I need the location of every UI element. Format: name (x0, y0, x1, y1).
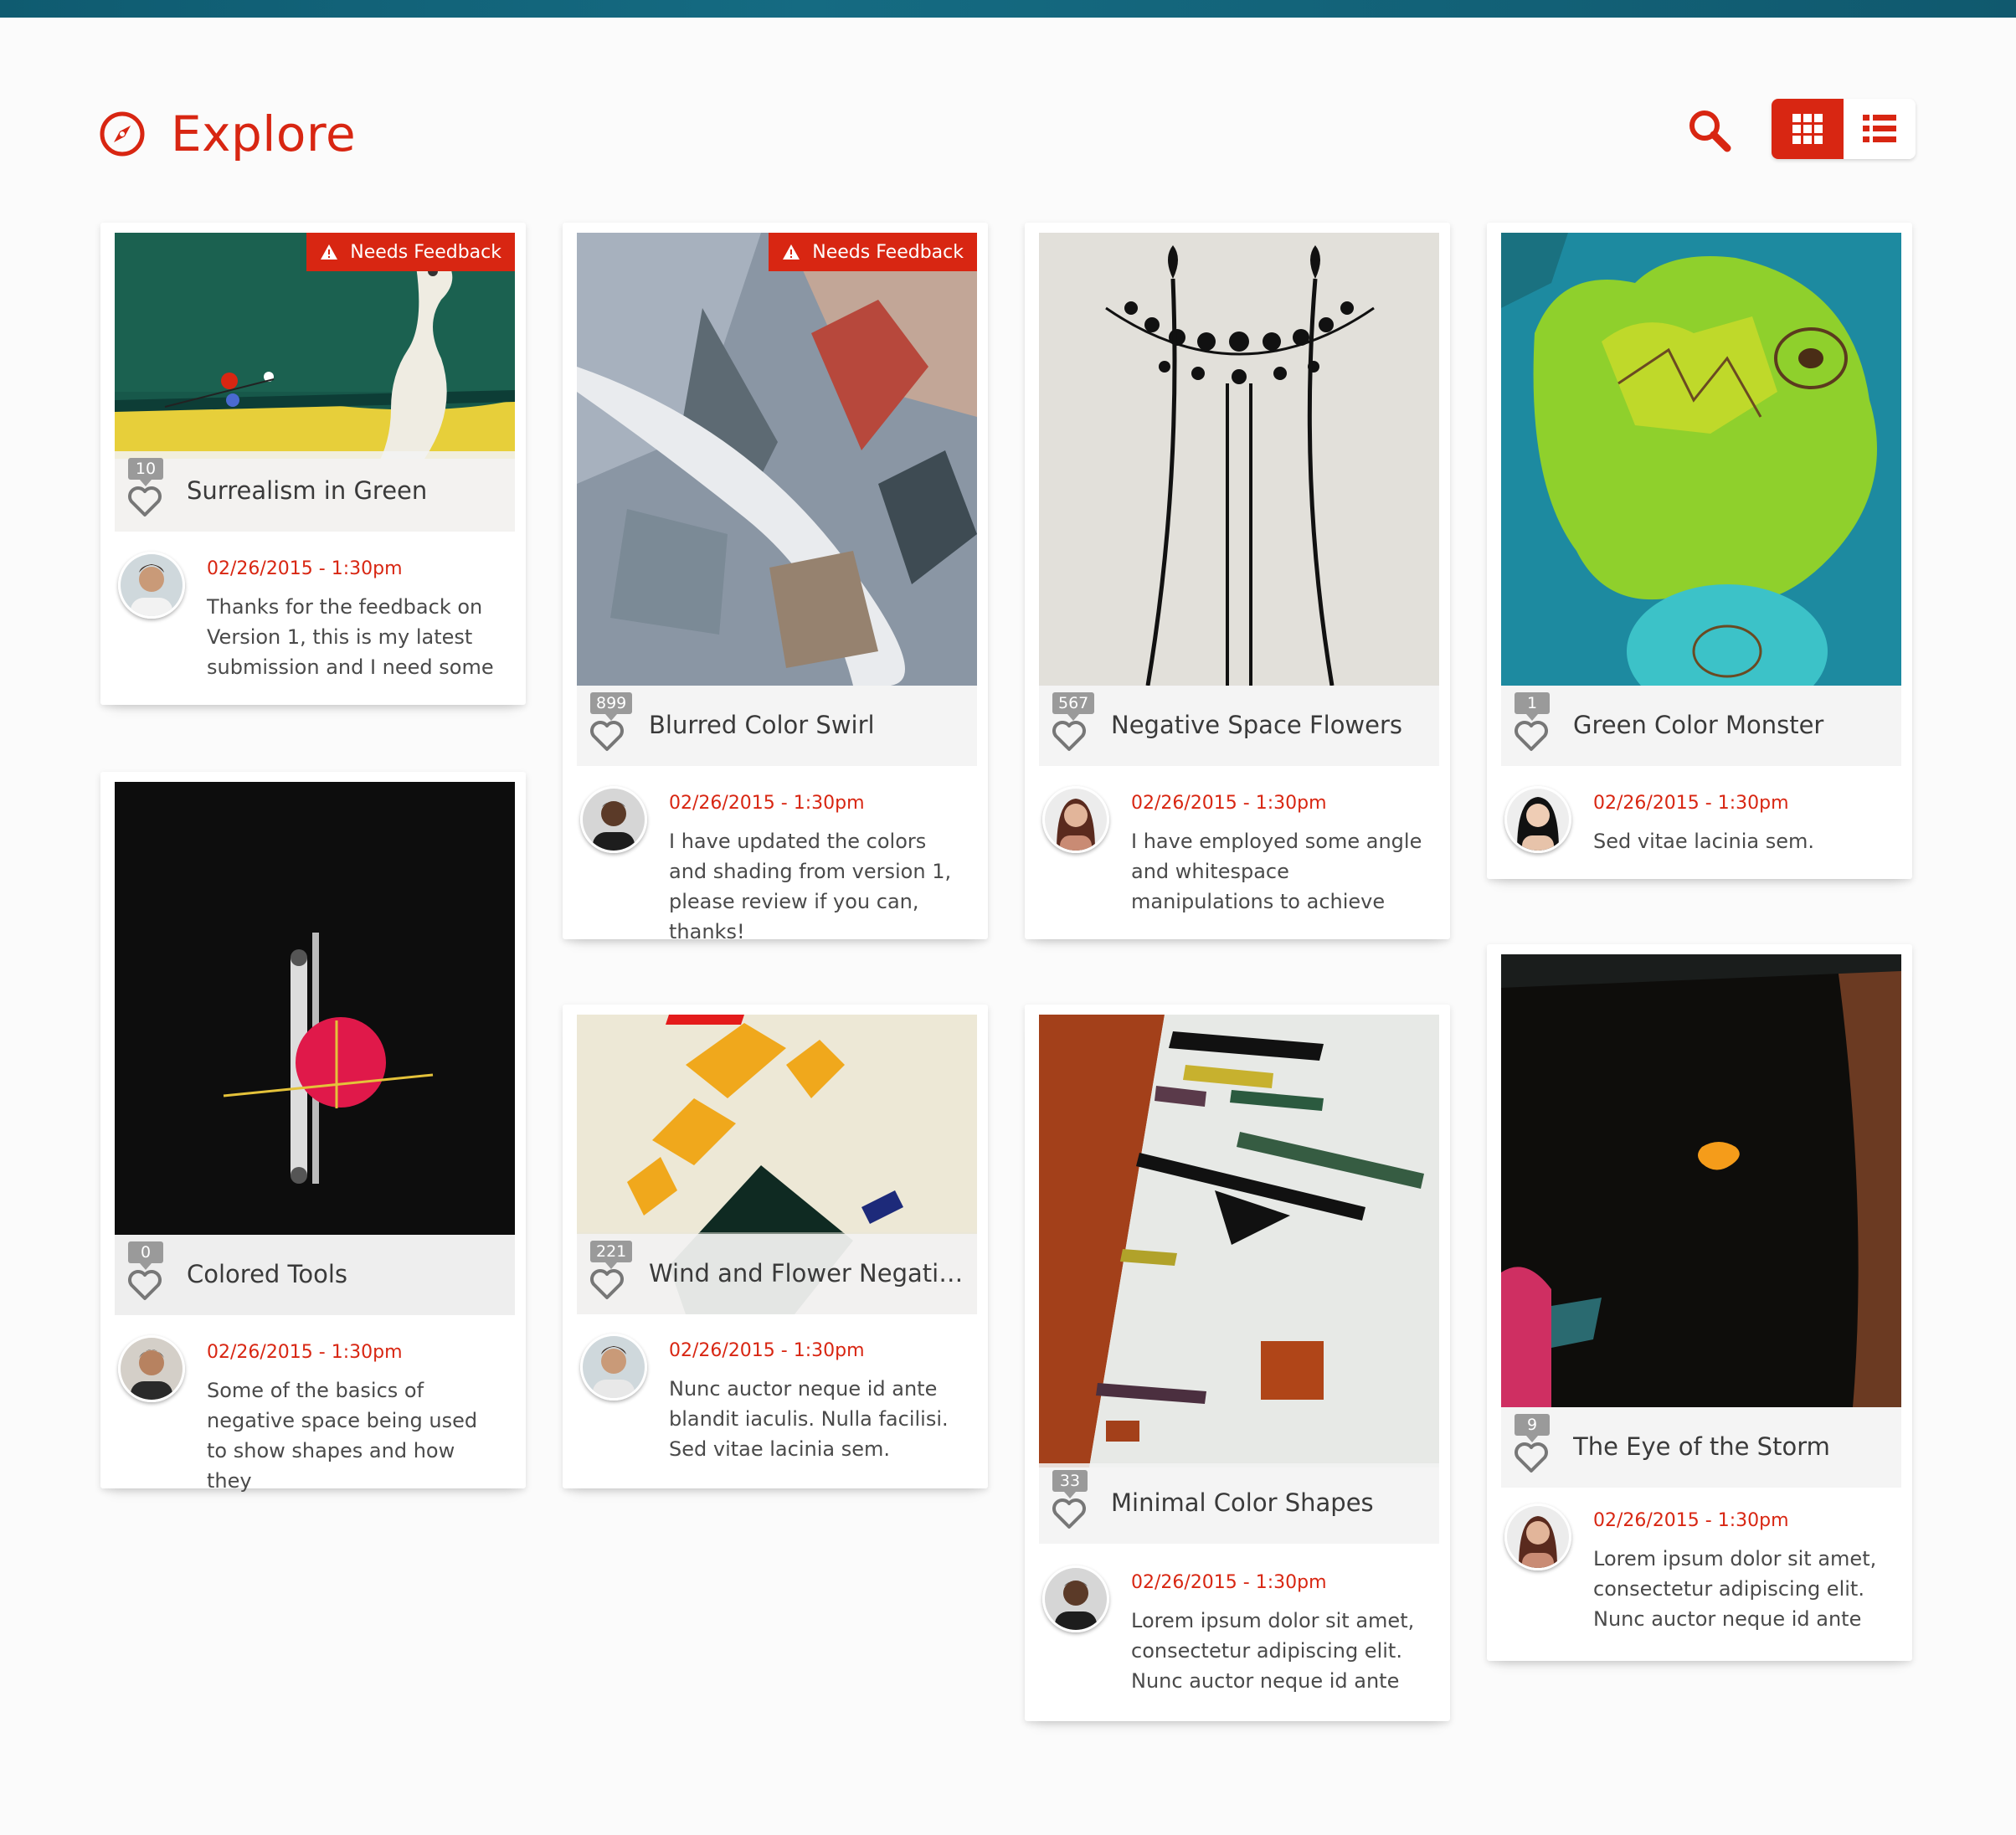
like-count: 9 (1515, 1414, 1550, 1442)
artwork-caption: 567 Negative Space Flowers (1039, 686, 1439, 766)
needs-feedback-badge: Needs Feedback (306, 233, 515, 271)
artwork-card[interactable]: Needs Feedback 899 Blurred Color Swirl 0… (563, 223, 988, 943)
artwork-caption: 10 Surrealism in Green (115, 451, 515, 532)
heart-icon[interactable] (589, 1267, 625, 1301)
like-count: 1 (1515, 692, 1550, 721)
comment-text: Nunc auctor neque id ante blandit iaculi… (669, 1377, 949, 1461)
artwork-caption: 221 Wind and Flower Negative ... (577, 1234, 977, 1314)
artwork-title[interactable]: Colored Tools (187, 1260, 505, 1288)
heart-icon[interactable] (1513, 1441, 1550, 1474)
comment-date: 02/26/2015 - 1:30pm (669, 1340, 865, 1361)
like-count: 10 (128, 458, 163, 486)
artwork-title[interactable]: Blurred Color Swirl (649, 711, 967, 739)
grid-view-button[interactable] (1772, 99, 1844, 159)
badge-label: Needs Feedback (350, 241, 501, 263)
view-toggle (1772, 99, 1916, 159)
comment-text: Thanks for the feedback on Version 1, th… (207, 595, 494, 679)
artwork-title[interactable]: Wind and Flower Negative ... (649, 1259, 967, 1288)
artwork-card[interactable]: 33 Minimal Color Shapes 02/26/2015 - 1:3… (1025, 1005, 1450, 1721)
comment-date: 02/26/2015 - 1:30pm (1593, 1510, 1789, 1531)
heart-icon[interactable] (1051, 719, 1088, 753)
comment-text: I have employed some angle and whitespac… (1131, 830, 1422, 913)
artwork-caption: 33 Minimal Color Shapes (1039, 1463, 1439, 1544)
search-button[interactable] (1683, 104, 1736, 157)
comment-text: Sed vitae lacinia sem. (1593, 830, 1814, 853)
warning-icon (783, 244, 800, 260)
artwork-title[interactable]: The Eye of the Storm (1573, 1432, 1891, 1461)
avatar[interactable] (1504, 1503, 1571, 1570)
artwork-card[interactable]: Needs Feedback 10 Surrealism in Green 02… (100, 223, 526, 705)
comment-date: 02/26/2015 - 1:30pm (1593, 793, 1789, 814)
artwork-card[interactable]: 0 Colored Tools 02/26/2015 - 1:30pm Some… (100, 772, 526, 1493)
like-count: 0 (128, 1241, 163, 1270)
like-count: 221 (590, 1241, 633, 1269)
avatar[interactable] (1042, 786, 1109, 853)
avatar[interactable] (1042, 1565, 1109, 1632)
list-view-icon (1863, 115, 1896, 142)
heart-icon[interactable] (1051, 1497, 1088, 1530)
heart-icon[interactable] (589, 719, 625, 753)
avatar[interactable] (118, 552, 185, 619)
avatar[interactable] (580, 1334, 647, 1401)
artwork-caption: 899 Blurred Color Swirl (577, 686, 977, 766)
comment-date: 02/26/2015 - 1:30pm (669, 793, 865, 814)
comment-text: Lorem ipsum dolor sit amet, consectetur … (1131, 1609, 1415, 1693)
comment-text: Some of the basics of negative space bei… (207, 1379, 478, 1493)
artwork-title[interactable]: Minimal Color Shapes (1111, 1488, 1429, 1517)
needs-feedback-badge: Needs Feedback (769, 233, 977, 271)
comment-text: I have updated the colors and shading fr… (669, 830, 952, 943)
like-count: 33 (1052, 1470, 1088, 1498)
artwork-image[interactable] (1039, 233, 1439, 686)
search-icon (1689, 111, 1731, 152)
heart-icon[interactable] (126, 485, 163, 518)
artwork-card[interactable]: 1 Green Color Monster 02/26/2015 - 1:30p… (1487, 223, 1912, 879)
like-count: 567 (1052, 692, 1095, 721)
artwork-caption: 1 Green Color Monster (1501, 686, 1901, 766)
artwork-title[interactable]: Negative Space Flowers (1111, 711, 1429, 739)
like-count: 899 (590, 692, 633, 721)
artwork-title[interactable]: Green Color Monster (1573, 711, 1891, 739)
artwork-card[interactable]: 9 The Eye of the Storm 02/26/2015 - 1:30… (1487, 944, 1912, 1661)
comment-text: Lorem ipsum dolor sit amet, consectetur … (1593, 1547, 1877, 1631)
avatar[interactable] (580, 786, 647, 853)
comment-date: 02/26/2015 - 1:30pm (1131, 1572, 1327, 1593)
top-bar (0, 0, 2016, 18)
heart-icon[interactable] (126, 1268, 163, 1302)
artwork-image[interactable] (1501, 233, 1901, 686)
artwork-image[interactable] (577, 233, 977, 686)
comment-date: 02/26/2015 - 1:30pm (1131, 793, 1327, 814)
artwork-image[interactable] (1039, 1015, 1439, 1467)
comment-date: 02/26/2015 - 1:30pm (207, 1342, 403, 1363)
artwork-card[interactable]: 567 Negative Space Flowers 02/26/2015 - … (1025, 223, 1450, 939)
compass-icon (100, 111, 145, 157)
badge-label: Needs Feedback (812, 241, 964, 263)
avatar[interactable] (118, 1335, 185, 1402)
artwork-image[interactable] (115, 782, 515, 1235)
page-header: Explore (99, 100, 356, 167)
list-view-button[interactable] (1844, 99, 1916, 159)
artwork-title[interactable]: Surrealism in Green (187, 476, 505, 505)
artwork-image[interactable] (1501, 954, 1901, 1407)
warning-icon (321, 244, 338, 260)
comment-date: 02/26/2015 - 1:30pm (207, 558, 403, 579)
grid-view-icon (1792, 114, 1823, 144)
artwork-caption: 9 The Eye of the Storm (1501, 1407, 1901, 1488)
artwork-card[interactable]: 221 Wind and Flower Negative ... 02/26/2… (563, 1005, 988, 1488)
artwork-caption: 0 Colored Tools (115, 1235, 515, 1315)
avatar[interactable] (1504, 786, 1571, 853)
page-title: Explore (171, 105, 357, 162)
heart-icon[interactable] (1513, 719, 1550, 753)
